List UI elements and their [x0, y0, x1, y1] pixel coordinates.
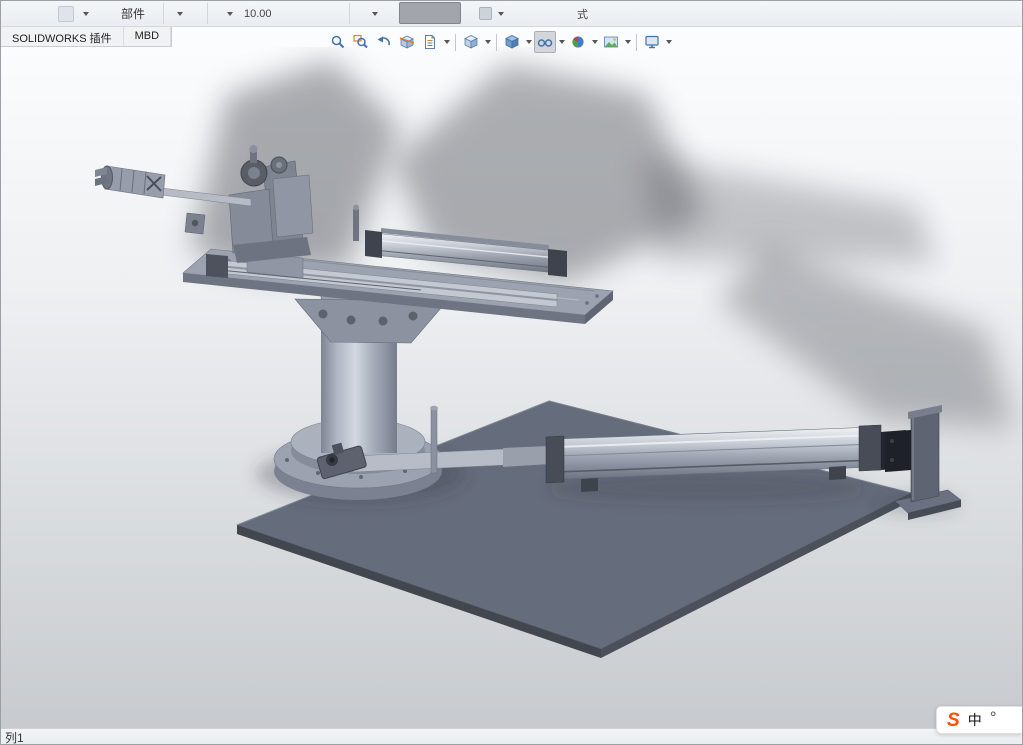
dropdown-caret-icon: [177, 12, 183, 16]
value-field[interactable]: 10.00: [244, 1, 272, 26]
view-settings-icon[interactable]: [641, 31, 663, 53]
ribbon-separator: [207, 3, 208, 24]
previous-view-icon[interactable]: [373, 31, 395, 53]
dropdown-caret-icon: [227, 12, 233, 16]
command-tabs: SOLIDWORKS 插件 MBD: [1, 27, 172, 47]
dropdown-caret-icon[interactable]: [442, 31, 451, 53]
dropdown-caret-icon[interactable]: [664, 31, 673, 53]
dropdown-caret-icon[interactable]: [524, 31, 533, 53]
hide-show-items-icon[interactable]: [534, 31, 556, 53]
toolbar-separator: [636, 34, 637, 51]
mode-label: 式: [577, 6, 588, 22]
toolbar-separator: [455, 34, 456, 51]
mode-button[interactable]: 式: [577, 1, 588, 26]
dropdown-button[interactable]: [498, 1, 504, 26]
ribbon-separator: [349, 3, 350, 24]
tool-icon: [479, 7, 492, 20]
platform-pin[interactable]: [353, 205, 359, 242]
dropdown-caret-icon[interactable]: [483, 31, 492, 53]
dropdown-button[interactable]: [372, 1, 378, 26]
dropdown-button[interactable]: [83, 1, 89, 26]
sogou-logo-icon[interactable]: S: [947, 711, 960, 730]
dropdown-caret-icon[interactable]: [590, 31, 599, 53]
pressed-tool-button[interactable]: [399, 2, 461, 24]
ime-toolbar[interactable]: S 中 °: [936, 706, 1022, 734]
display-style-icon[interactable]: [501, 31, 523, 53]
ime-punctuation-icon[interactable]: °: [990, 709, 997, 726]
zoom-to-fit-icon[interactable]: [327, 31, 349, 53]
tab-solidworks-addins[interactable]: SOLIDWORKS 插件: [1, 27, 124, 46]
dropdown-caret-icon: [372, 12, 378, 16]
headsup-toolbar: [327, 30, 673, 54]
ribbon-strip: 部件 10.00 式: [1, 1, 1022, 27]
tab-mbd[interactable]: MBD: [124, 27, 171, 46]
section-view-icon[interactable]: [396, 31, 418, 53]
toolbar-separator: [496, 34, 497, 51]
ribbon-tool-button[interactable]: [479, 1, 492, 26]
edit-appearance-icon[interactable]: [567, 31, 589, 53]
graphics-area[interactable]: [1, 47, 1023, 728]
component-button[interactable]: 部件: [121, 1, 145, 26]
ribbon-tool-button[interactable]: [58, 1, 74, 26]
zoom-to-area-icon[interactable]: [350, 31, 372, 53]
solidworks-window: 部件 10.00 式 SOLIDWORKS 插件 MBD: [0, 0, 1023, 745]
dropdown-caret-icon: [498, 12, 504, 16]
guide-pin[interactable]: [430, 406, 438, 473]
dropdown-button[interactable]: [177, 1, 183, 26]
tool-icon: [58, 6, 74, 22]
dropdown-button[interactable]: [227, 1, 233, 26]
apply-scene-icon[interactable]: [600, 31, 622, 53]
background-shadows: [191, 59, 1013, 429]
dropdown-caret-icon: [83, 12, 89, 16]
annotation-view-icon[interactable]: [419, 31, 441, 53]
view-orientation-icon[interactable]: [460, 31, 482, 53]
chuck-coupling[interactable]: [95, 166, 165, 198]
value-label: 10.00: [244, 8, 272, 20]
status-left-text: 列1: [5, 729, 24, 745]
ime-language-mode[interactable]: 中: [968, 713, 982, 727]
model-3d-view[interactable]: [1, 47, 1023, 728]
component-label: 部件: [121, 5, 145, 22]
ribbon-separator: [163, 3, 164, 24]
status-bar: 列1: [1, 728, 1022, 745]
dropdown-caret-icon[interactable]: [557, 31, 566, 53]
dropdown-caret-icon[interactable]: [623, 31, 632, 53]
